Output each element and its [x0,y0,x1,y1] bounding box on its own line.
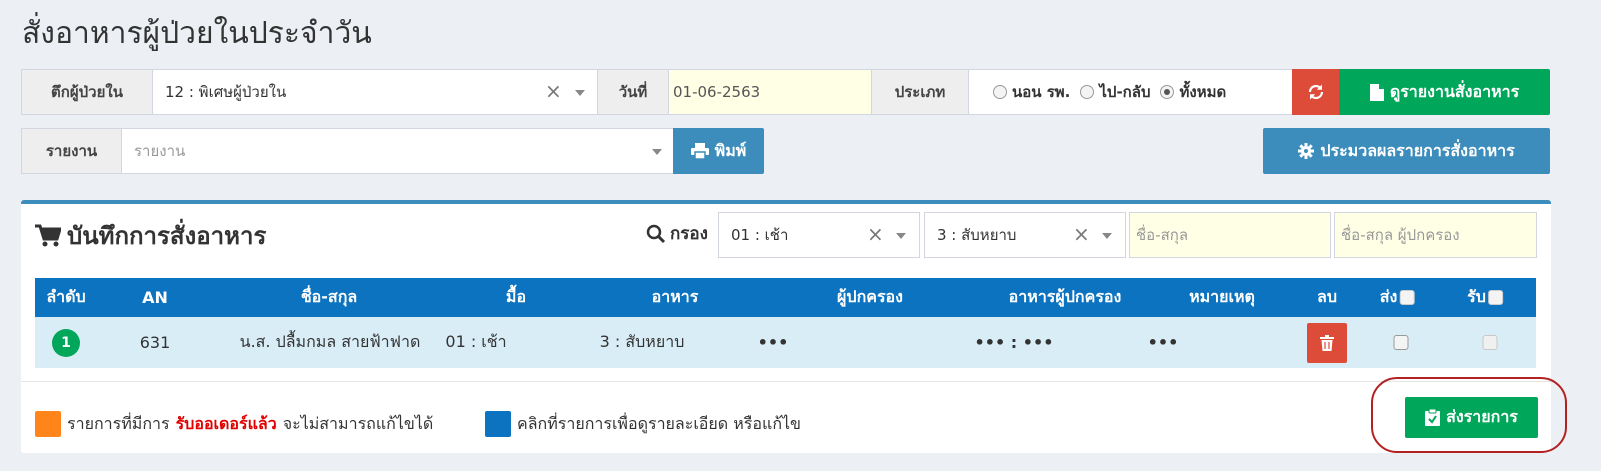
report-select[interactable]: รายงาน [121,128,674,174]
meal-filter-select[interactable]: 01 : เช้า × [718,212,920,258]
radio-icon[interactable] [1080,85,1095,99]
view-report-button[interactable]: ดูรายงานสั่งอาหาร [1339,69,1550,115]
trash-icon [1320,334,1334,351]
print-button[interactable]: พิมพ์ [673,128,764,174]
clear-icon[interactable]: × [867,222,884,246]
radio-admitted[interactable]: นอน รพ. [993,80,1070,104]
panel-divider [21,381,1551,382]
report-label: รายงาน [21,128,122,174]
date-label: วันที่ [597,69,669,115]
refresh-icon [1308,84,1324,100]
cell-name: น.ส. ปลื้มกมล สายฟ้าฟาด [239,332,421,351]
type-label: ประเภท [871,69,969,115]
date-input[interactable]: 01-06-2563 [668,69,872,115]
legend-orange: รายการที่มีการ รับออเดอร์แล้ว จะไม่สามาร… [35,411,433,437]
radio-outpatient[interactable]: ไป-กลับ [1080,80,1150,104]
col-meal: มื้อ [505,287,527,306]
radio-icon[interactable] [1160,85,1175,99]
ward-label: ตึกผู้ป่วยใน [21,69,153,115]
cell-meal: 01 : เช้า [445,332,507,351]
cell-note: ••• [1147,333,1179,352]
delete-button[interactable] [1307,322,1347,363]
send-checkbox[interactable] [1393,335,1409,350]
select-all-receive-checkbox[interactable] [1487,290,1503,305]
clear-icon[interactable]: × [545,79,562,103]
meal-filter-value: 01 : เช้า [731,226,789,244]
table-header: ลำดับ AN ชื่อ-สกุล มื้อ อาหาร ผู้ปกครอง … [35,278,1536,317]
col-send: ส่ง [1380,278,1415,317]
col-guardian: ผู้ปกครอง [837,287,903,306]
col-guardian-food: อาหารผู้ปกครอง [1008,287,1122,306]
cell-guardian-food: ••• : ••• [974,333,1054,352]
col-name: ชื่อ-สกุล [300,287,358,306]
report-select-placeholder: รายงาน [134,142,186,160]
clipboard-icon [1425,409,1441,426]
col-no: ลำดับ [46,287,86,306]
process-orders-button[interactable]: ประมวลผลรายการสั่งอาหาร [1263,128,1550,174]
blue-swatch [485,411,511,437]
cell-food: 3 : สับหยาบ [599,332,685,351]
col-note: หมายเหตุ [1189,287,1255,306]
food-filter-select[interactable]: 3 : สับหยาบ × [924,212,1126,258]
legend-blue: คลิกที่รายการเพื่อดูรายละเอียด หรือแก้ไข [485,411,801,437]
col-an: AN [142,288,168,307]
table-row[interactable]: 1 631 น.ส. ปลื้มกมล สายฟ้าฟาด 01 : เช้า … [35,317,1536,368]
chevron-down-icon[interactable] [575,90,585,96]
name-search-input[interactable]: ชื่อ-สกุล [1129,212,1331,258]
receive-checkbox [1482,335,1498,350]
print-icon [690,143,709,159]
chevron-down-icon[interactable] [1102,233,1112,239]
cell-guardian: ••• [757,333,789,352]
cart-icon [35,224,61,246]
filter-label: กรอง [646,220,708,247]
gear-icon [1298,143,1315,159]
guardian-search-input[interactable]: ชื่อ-สกุล ผู้ปกครอง [1334,212,1537,258]
col-food: อาหาร [651,287,699,306]
cell-an: 631 [139,333,171,352]
chevron-down-icon[interactable] [896,233,906,239]
panel-title: บันทึกการสั่งอาหาร [35,216,266,255]
row-number-badge: 1 [52,328,80,357]
col-receive: รับ [1467,278,1503,317]
submit-orders-button[interactable]: ส่งรายการ [1405,397,1538,438]
food-filter-value: 3 : สับหยาบ [937,226,1017,244]
search-icon [646,224,666,243]
select-all-send-checkbox[interactable] [1399,290,1415,305]
col-delete: ลบ [1317,287,1337,306]
orange-swatch [35,411,61,437]
type-radio-group: นอน รพ. ไป-กลับ ทั้งหมด [968,69,1293,115]
ward-select-value: 12 : พิเศษผู้ป่วยใน [165,83,287,101]
chevron-down-icon[interactable] [652,149,662,155]
radio-all[interactable]: ทั้งหมด [1160,80,1226,104]
file-icon [1369,83,1384,101]
page-title: สั่งอาหารผู้ป่วยในประจำวัน [22,16,372,51]
radio-icon[interactable] [993,85,1007,99]
clear-icon[interactable]: × [1073,222,1090,246]
refresh-button[interactable] [1292,69,1340,115]
ward-select[interactable]: 12 : พิเศษผู้ป่วยใน × [152,69,598,115]
